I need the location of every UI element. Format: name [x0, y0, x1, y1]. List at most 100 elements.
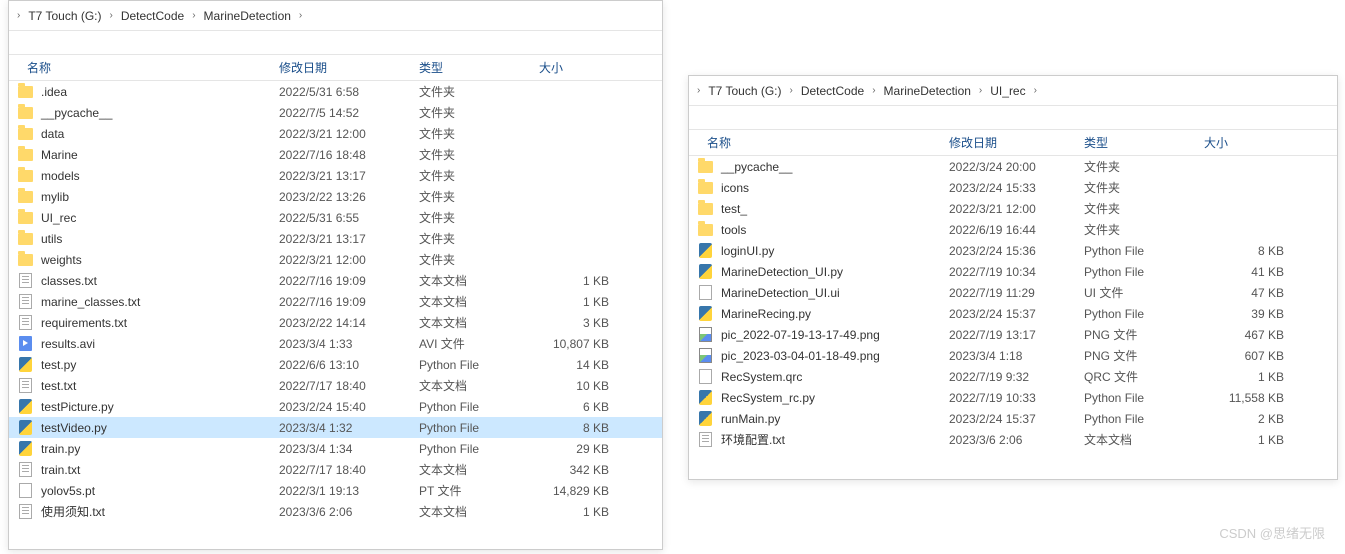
file-date: 2023/3/4 1:34	[279, 442, 419, 456]
file-row[interactable]: runMain.py2023/2/24 15:37Python File2 KB	[689, 408, 1337, 429]
file-row[interactable]: __pycache__2022/3/24 20:00文件夹	[689, 156, 1337, 177]
file-name: mylib	[41, 190, 279, 204]
file-list: .idea2022/5/31 6:58文件夹__pycache__2022/7/…	[9, 81, 662, 522]
chevron-right-icon: ›	[872, 85, 875, 96]
file-type: Python File	[419, 442, 539, 456]
breadcrumb-item[interactable]: DetectCode	[117, 7, 188, 25]
file-name: 环境配置.txt	[721, 431, 949, 448]
file-row[interactable]: loginUI.py2023/2/24 15:36Python File8 KB	[689, 240, 1337, 261]
column-header-type[interactable]: 类型	[1084, 134, 1204, 151]
ui-icon	[699, 285, 712, 300]
file-name: testVideo.py	[41, 421, 279, 435]
file-size: 39 KB	[1204, 307, 1294, 321]
file-size: 14,829 KB	[539, 484, 619, 498]
file-type: PNG 文件	[1084, 326, 1204, 343]
file-row[interactable]: testPicture.py2023/2/24 15:40Python File…	[9, 396, 662, 417]
file-row[interactable]: classes.txt2022/7/16 19:09文本文档1 KB	[9, 270, 662, 291]
file-name: MarineDetection_UI.py	[721, 265, 949, 279]
file-row[interactable]: results.avi2023/3/4 1:33AVI 文件10,807 KB	[9, 333, 662, 354]
column-header-date[interactable]: 修改日期	[949, 134, 1084, 151]
file-row[interactable]: train.py2023/3/4 1:34Python File29 KB	[9, 438, 662, 459]
column-header-size[interactable]: 大小	[539, 59, 629, 76]
py-icon	[699, 390, 712, 405]
file-row[interactable]: pic_2022-07-19-13-17-49.png2022/7/19 13:…	[689, 324, 1337, 345]
file-row[interactable]: requirements.txt2023/2/22 14:14文本文档3 KB	[9, 312, 662, 333]
chevron-right-icon: ›	[697, 85, 700, 96]
file-name: test_	[721, 202, 949, 216]
py-icon	[699, 243, 712, 258]
folder-icon	[18, 86, 33, 98]
file-type: 文件夹	[419, 209, 539, 226]
file-size: 607 KB	[1204, 349, 1294, 363]
file-row[interactable]: models2022/3/21 13:17文件夹	[9, 165, 662, 186]
file-date: 2022/3/24 20:00	[949, 160, 1084, 174]
file-row[interactable]: MarineDetection_UI.py2022/7/19 10:34Pyth…	[689, 261, 1337, 282]
breadcrumb-item[interactable]: MarineDetection	[200, 7, 295, 25]
file-size: 10,807 KB	[539, 337, 619, 351]
file-type: Python File	[419, 421, 539, 435]
breadcrumb-item[interactable]: MarineDetection	[880, 82, 975, 100]
file-size: 29 KB	[539, 442, 619, 456]
file-row[interactable]: tools2022/6/19 16:44文件夹	[689, 219, 1337, 240]
file-row[interactable]: pic_2023-03-04-01-18-49.png2023/3/4 1:18…	[689, 345, 1337, 366]
toolbar-spacer	[9, 31, 662, 55]
folder-icon	[18, 149, 33, 161]
file-name: classes.txt	[41, 274, 279, 288]
breadcrumb[interactable]: › T7 Touch (G:) › DetectCode › MarineDet…	[689, 76, 1337, 106]
file-row[interactable]: mylib2023/2/22 13:26文件夹	[9, 186, 662, 207]
file-size: 1 KB	[539, 505, 619, 519]
py-icon	[19, 420, 32, 435]
file-row[interactable]: weights2022/3/21 12:00文件夹	[9, 249, 662, 270]
file-row[interactable]: MarineRecing.py2023/2/24 15:37Python Fil…	[689, 303, 1337, 324]
breadcrumb-item[interactable]: UI_rec	[986, 82, 1029, 100]
file-row[interactable]: data2022/3/21 12:00文件夹	[9, 123, 662, 144]
file-date: 2023/2/24 15:37	[949, 412, 1084, 426]
file-row[interactable]: icons2023/2/24 15:33文件夹	[689, 177, 1337, 198]
file-row[interactable]: 使用须知.txt2023/3/6 2:06文本文档1 KB	[9, 501, 662, 522]
file-row[interactable]: RecSystem_rc.py2022/7/19 10:33Python Fil…	[689, 387, 1337, 408]
file-row[interactable]: train.txt2022/7/17 18:40文本文档342 KB	[9, 459, 662, 480]
file-row[interactable]: .idea2022/5/31 6:58文件夹	[9, 81, 662, 102]
file-row[interactable]: 环境配置.txt2023/3/6 2:06文本文档1 KB	[689, 429, 1337, 450]
file-date: 2023/2/24 15:36	[949, 244, 1084, 258]
breadcrumb-item[interactable]: T7 Touch (G:)	[704, 82, 785, 100]
file-name: __pycache__	[721, 160, 949, 174]
file-type: 文本文档	[419, 377, 539, 394]
chevron-right-icon: ›	[299, 10, 302, 21]
avi-icon	[19, 336, 32, 351]
txt-icon	[19, 504, 32, 519]
py-icon	[19, 441, 32, 456]
folder-icon	[18, 191, 33, 203]
file-row[interactable]: __pycache__2022/7/5 14:52文件夹	[9, 102, 662, 123]
file-row[interactable]: MarineDetection_UI.ui2022/7/19 11:29UI 文…	[689, 282, 1337, 303]
breadcrumb-item[interactable]: DetectCode	[797, 82, 868, 100]
file-row[interactable]: test.txt2022/7/17 18:40文本文档10 KB	[9, 375, 662, 396]
file-date: 2023/2/22 13:26	[279, 190, 419, 204]
file-name: 使用须知.txt	[41, 503, 279, 520]
file-name: utils	[41, 232, 279, 246]
file-type: 文件夹	[419, 146, 539, 163]
file-row[interactable]: marine_classes.txt2022/7/16 19:09文本文档1 K…	[9, 291, 662, 312]
file-type: AVI 文件	[419, 335, 539, 352]
column-header-name[interactable]: 名称	[9, 59, 279, 76]
file-row[interactable]: test.py2022/6/6 13:10Python File14 KB	[9, 354, 662, 375]
file-row[interactable]: UI_rec2022/5/31 6:55文件夹	[9, 207, 662, 228]
file-row[interactable]: testVideo.py2023/3/4 1:32Python File8 KB	[9, 417, 662, 438]
toolbar-spacer	[689, 106, 1337, 130]
file-date: 2023/3/4 1:18	[949, 349, 1084, 363]
column-header-size[interactable]: 大小	[1204, 134, 1294, 151]
file-row[interactable]: test_2022/3/21 12:00文件夹	[689, 198, 1337, 219]
txt-icon	[699, 432, 712, 447]
breadcrumb-item[interactable]: T7 Touch (G:)	[24, 7, 105, 25]
file-row[interactable]: yolov5s.pt2022/3/1 19:13PT 文件14,829 KB	[9, 480, 662, 501]
file-type: Python File	[1084, 307, 1204, 321]
file-row[interactable]: utils2022/3/21 13:17文件夹	[9, 228, 662, 249]
column-header-name[interactable]: 名称	[689, 134, 949, 151]
column-header-type[interactable]: 类型	[419, 59, 539, 76]
folder-icon	[18, 212, 33, 224]
file-row[interactable]: Marine2022/7/16 18:48文件夹	[9, 144, 662, 165]
breadcrumb[interactable]: › T7 Touch (G:) › DetectCode › MarineDet…	[9, 1, 662, 31]
file-name: Marine	[41, 148, 279, 162]
column-header-date[interactable]: 修改日期	[279, 59, 419, 76]
file-row[interactable]: RecSystem.qrc2022/7/19 9:32QRC 文件1 KB	[689, 366, 1337, 387]
